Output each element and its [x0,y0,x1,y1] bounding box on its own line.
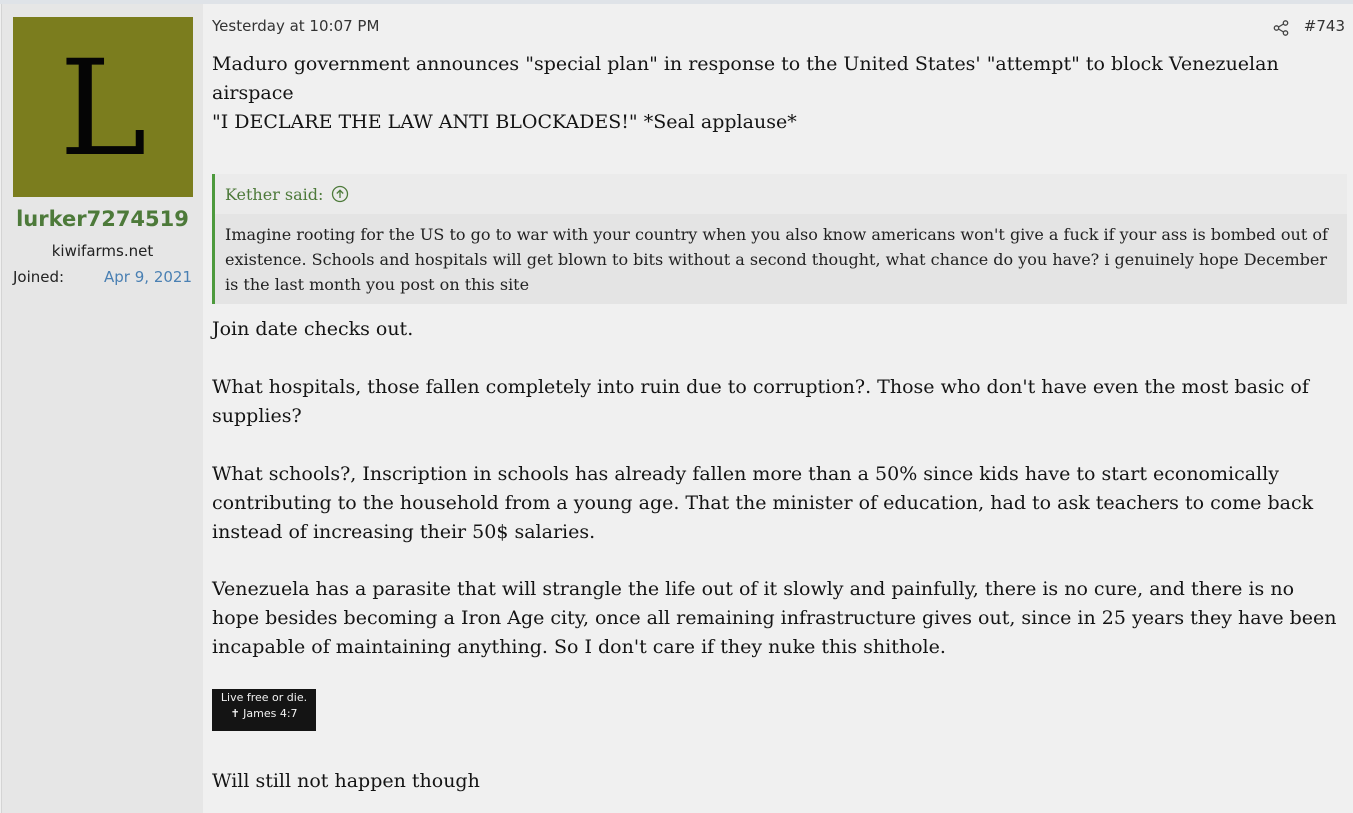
post-paragraph-7: Will still not happen though [212,770,480,792]
quote-text: Imagine rooting for the US to go to war … [225,225,1328,294]
signature-line-2: ✝ James 4:7 [230,707,298,720]
avatar-letter: L [59,32,147,186]
username-link[interactable]: lurker7274519 [2,207,203,231]
joined-date: Apr 9, 2021 [104,268,192,286]
quote-author[interactable]: Kether said: [225,185,323,204]
signature-line-1: Live free or die. [220,691,308,704]
avatar[interactable]: L [13,17,193,197]
quote-header: Kether said: [215,174,1347,214]
post-paragraph-1: Maduro government announces "special pla… [212,53,1279,104]
user-title: kiwifarms.net [51,242,154,260]
quote-block: Kether said: Imagine rooting for the US … [212,174,1347,304]
user-sidebar: L lurker7274519 kiwifarms.net Joined: Ap… [1,4,203,813]
post-timestamp[interactable]: Yesterday at 10:07 PM [212,17,379,35]
post-paragraph-4: What hospitals, those fallen completely … [212,376,1309,427]
share-icon[interactable] [1272,19,1290,37]
arrow-up-circle-icon[interactable] [331,185,349,203]
post-paragraph-5: What schools?, Inscription in schools ha… [212,463,1314,543]
joined-label: Joined: [13,268,65,286]
post-paragraph-2: "I DECLARE THE LAW ANTI BLOCKADES!" *Sea… [212,111,797,133]
signature-image: Live free or die. ✝ James 4:7 [212,689,316,731]
post-paragraph-3: Join date checks out. [212,318,414,340]
post-paragraph-6: Venezuela has a parasite that will stran… [212,578,1337,658]
post-number-link[interactable]: #743 [1304,17,1345,35]
